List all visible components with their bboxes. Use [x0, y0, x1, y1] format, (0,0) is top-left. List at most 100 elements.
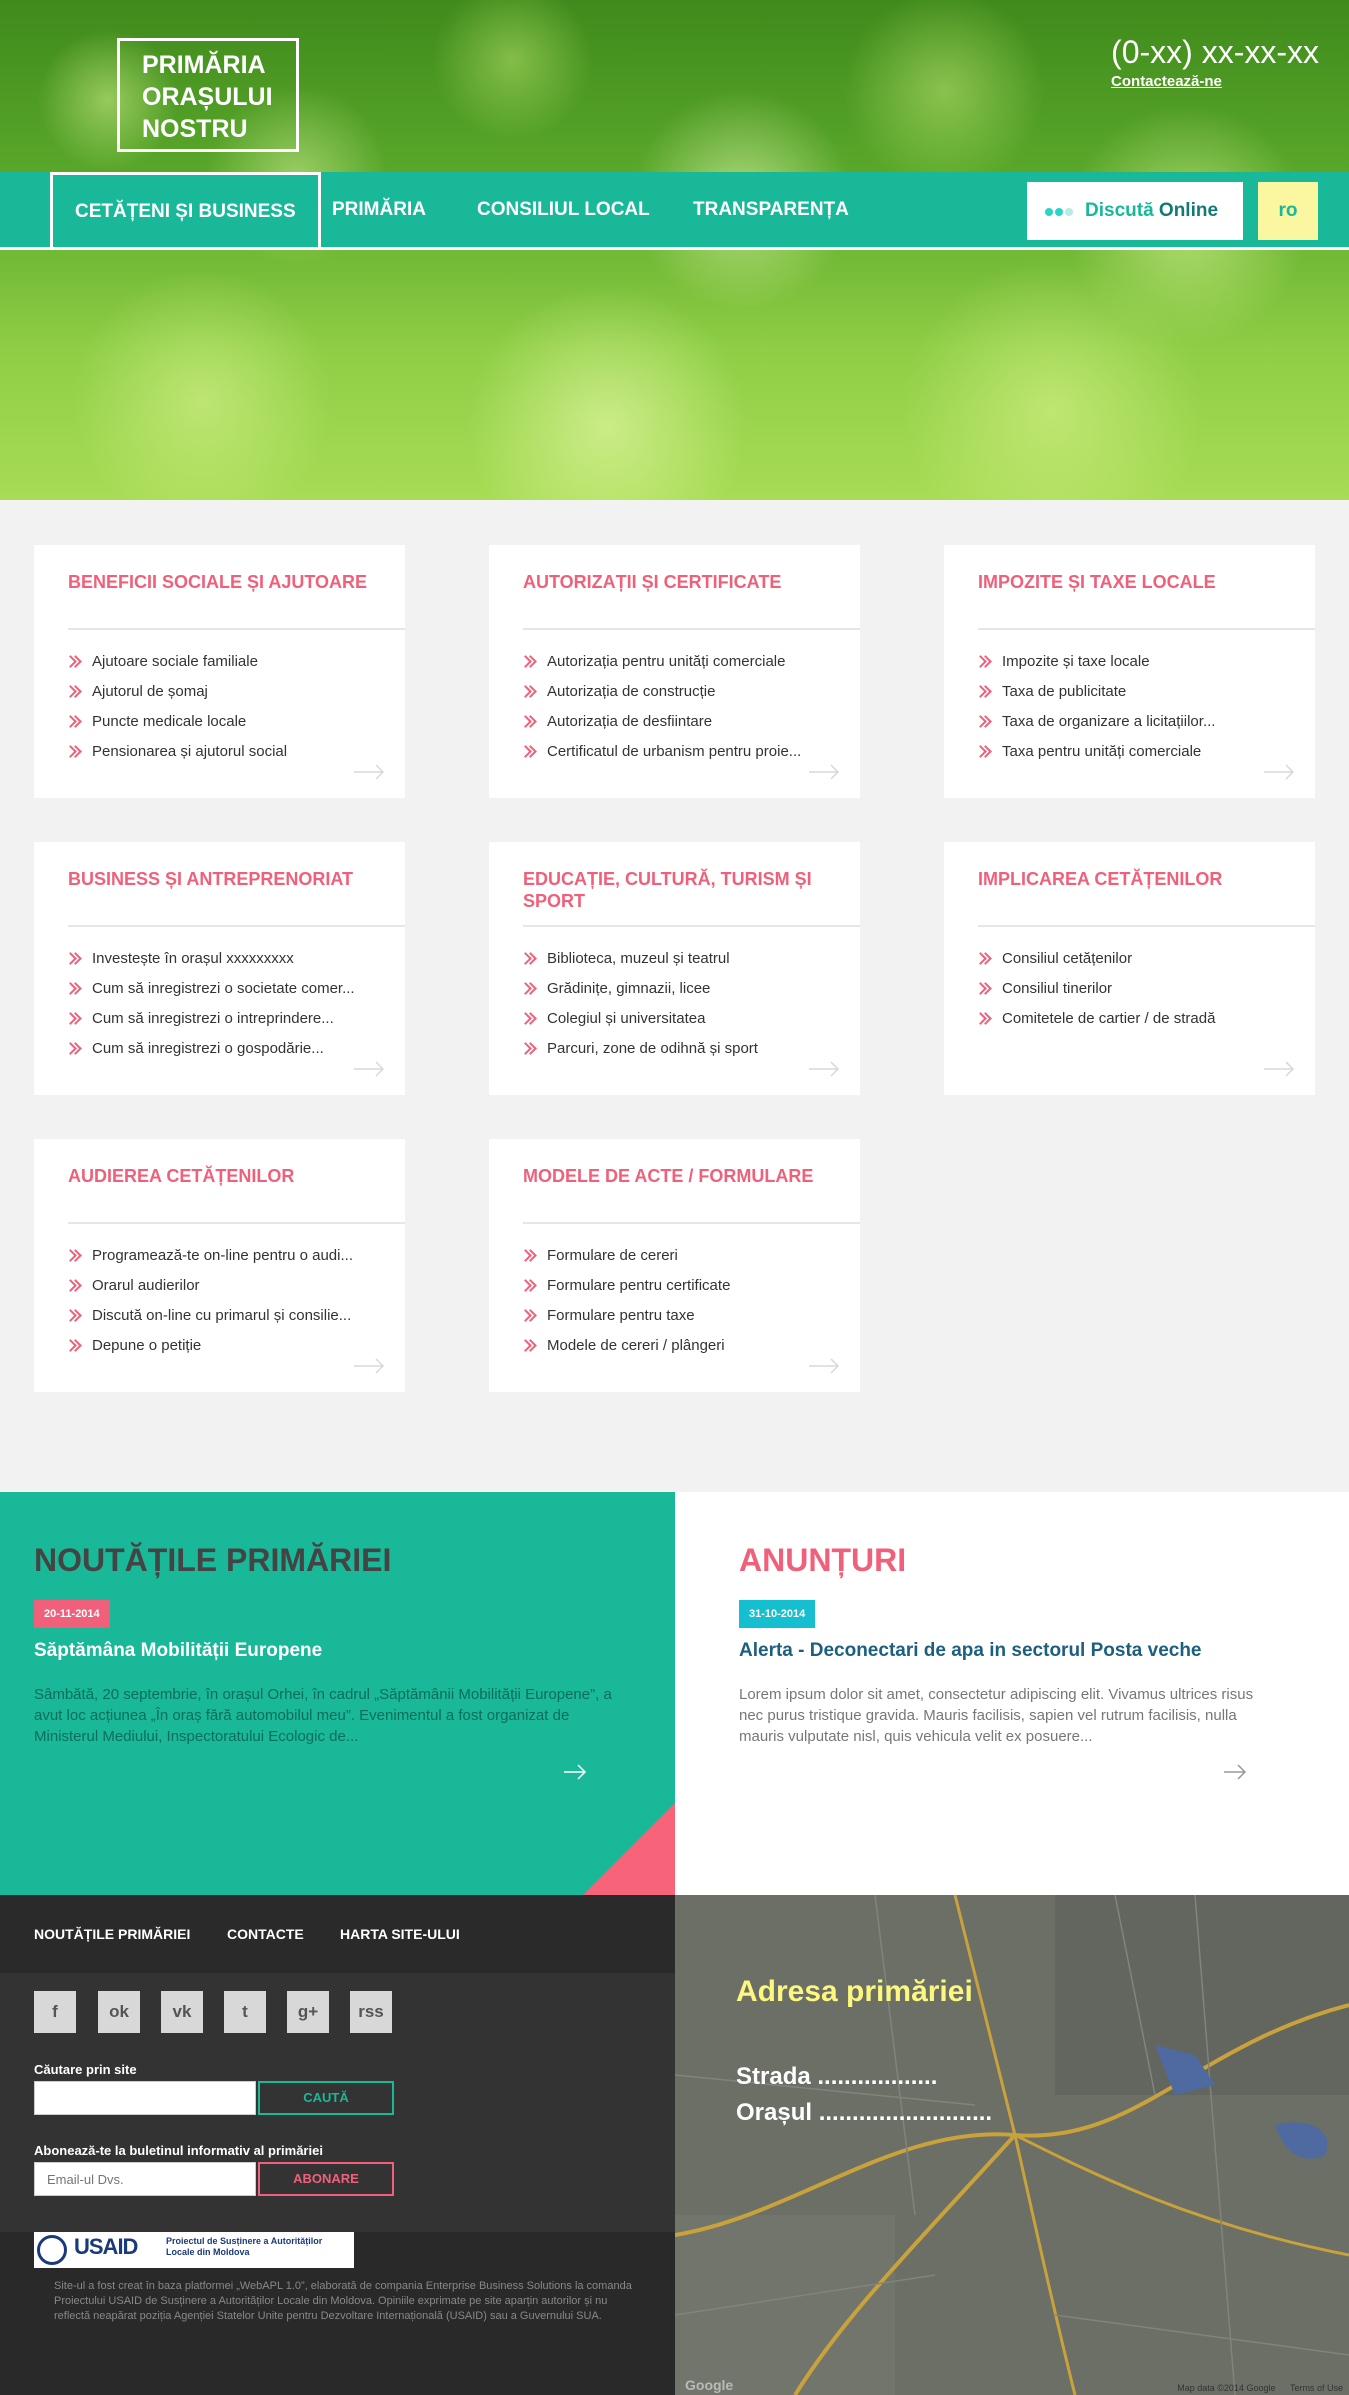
card-divider	[68, 1222, 405, 1224]
map-address-title: Adresa primăriei	[736, 1975, 973, 2008]
usaid-project-name: Proiectul de Susținere a Autorităților L…	[166, 2236, 323, 2257]
card-link[interactable]: Parcuri, zone de odihnă și sport	[523, 1034, 833, 1064]
card-link[interactable]: Ajutoare sociale familiale	[68, 647, 378, 677]
card-link[interactable]: Formulare pentru taxe	[523, 1301, 833, 1331]
search-input[interactable]	[34, 2081, 256, 2115]
card-link[interactable]: Investește în orașul xxxxxxxxx	[68, 944, 378, 974]
service-card[interactable]: AUTORIZAȚII ȘI CERTIFICATE Autorizația pe…	[489, 545, 860, 798]
card-link[interactable]: Cum să inregistrezi o intreprindere...	[68, 1004, 378, 1034]
odnoklassniki-icon[interactable]: ok	[98, 1991, 140, 2033]
arrow-right-icon[interactable]	[353, 764, 385, 780]
card-link[interactable]: Orarul audierilor	[68, 1271, 378, 1301]
contact-link[interactable]: Contactează-ne	[1111, 73, 1319, 90]
email-field[interactable]	[34, 2162, 256, 2196]
map-terms-link[interactable]: Terms of Use	[1290, 2383, 1343, 2393]
card-link[interactable]: Autorizația de desfiintare	[523, 707, 833, 737]
arrow-right-icon[interactable]	[1263, 1061, 1295, 1077]
search-button[interactable]: CAUTĂ	[258, 2081, 394, 2115]
service-card[interactable]: IMPLICAREA CETĂȚENILOR Consiliul cetățeni…	[944, 842, 1315, 1095]
card-link[interactable]: Impozite și taxe locale	[978, 647, 1288, 677]
vk-icon[interactable]: vk	[161, 1991, 203, 2033]
arrow-right-icon[interactable]	[1223, 1764, 1247, 1780]
nav-item-primaria[interactable]: PRIMĂRIA	[332, 172, 426, 248]
site-logo[interactable]: PRIMĂRIA ORAȘULUI NOSTRU	[117, 38, 299, 152]
chat-label-1: Discută	[1085, 200, 1154, 221]
service-card[interactable]: BENEFICII SOCIALE ȘI AJUTOARE Ajutoare so…	[34, 545, 405, 798]
card-link[interactable]: Pensionarea și ajutorul social	[68, 737, 378, 767]
card-divider	[68, 628, 405, 630]
footer-link-noutati[interactable]: NOUTĂȚILE PRIMĂRIEI	[34, 1895, 190, 1973]
language-switch[interactable]: ro	[1258, 182, 1318, 240]
card-title[interactable]: MODELE DE ACTE / FORMULARE	[523, 1165, 833, 1187]
news-headline[interactable]: Săptămâna Mobilității Europene	[34, 1640, 322, 1662]
service-card[interactable]: BUSINESS ȘI ANTREPRENORIAT Investește în …	[34, 842, 405, 1095]
card-link[interactable]: Formulare pentru certificate	[523, 1271, 833, 1301]
nav-item-transparenta[interactable]: TRANSPARENȚA	[693, 172, 849, 248]
card-title[interactable]: AUTORIZAȚII ȘI CERTIFICATE	[523, 571, 833, 593]
address-map[interactable]: Adresa primăriei Strada ................…	[675, 1895, 1349, 2395]
twitter-icon[interactable]: t	[224, 1991, 266, 2033]
subscribe-button[interactable]: ABONARE	[258, 2162, 394, 2196]
news-section: NOUTĂȚILE PRIMĂRIEI 20-11-2014 Săptămâna…	[0, 1492, 675, 1895]
card-link[interactable]: Consiliul tinerilor	[978, 974, 1288, 1004]
card-link[interactable]: Modele de cereri / plângeri	[523, 1331, 833, 1361]
card-link[interactable]: Autorizația pentru unități comerciale	[523, 647, 833, 677]
hero-banner: PRIMĂRIA ORAȘULUI NOSTRU (0-xx) xx-xx-xx…	[0, 0, 1349, 500]
card-title[interactable]: EDUCAȚIE, CULTURĂ, TURISM ȘI SPORT	[523, 868, 833, 912]
service-card[interactable]: IMPOZITE ȘI TAXE LOCALE Impozite și taxe …	[944, 545, 1315, 798]
footer-nav: NOUTĂȚILE PRIMĂRIEI CONTACTE HARTA SITE-…	[0, 1895, 675, 1973]
card-link[interactable]: Formulare de cereri	[523, 1241, 833, 1271]
card-link[interactable]: Cum să inregistrezi o gospodărie...	[68, 1034, 378, 1064]
arrow-right-icon[interactable]	[353, 1061, 385, 1077]
service-card[interactable]: AUDIEREA CETĂȚENILOR Programează-te on-li…	[34, 1139, 405, 1392]
card-link[interactable]: Cum să inregistrezi o societate comer...	[68, 974, 378, 1004]
card-divider	[523, 1222, 860, 1224]
nav-item-cetateni[interactable]: CETĂȚENI ȘI BUSINESS	[50, 172, 321, 248]
footer-link-harta[interactable]: HARTA SITE-ULUI	[340, 1895, 460, 1973]
card-title[interactable]: AUDIEREA CETĂȚENILOR	[68, 1165, 378, 1187]
arrow-right-icon[interactable]	[808, 1061, 840, 1077]
card-link[interactable]: Puncte medicale locale	[68, 707, 378, 737]
card-divider	[68, 925, 405, 927]
map-street: Strada ..................	[736, 2063, 938, 2090]
rss-icon[interactable]: rss	[350, 1991, 392, 2033]
googleplus-icon[interactable]: g+	[287, 1991, 329, 2033]
card-title[interactable]: BENEFICII SOCIALE ȘI AJUTOARE	[68, 571, 378, 593]
card-link[interactable]: Consiliul cetățenilor	[978, 944, 1288, 974]
facebook-icon[interactable]: f	[34, 1991, 76, 2033]
card-link[interactable]: Programează-te on-line pentru o audi...	[68, 1241, 378, 1271]
card-divider	[523, 925, 860, 927]
footer-link-contacte[interactable]: CONTACTE	[227, 1895, 304, 1973]
card-link[interactable]: Taxa de publicitate	[978, 677, 1288, 707]
card-link[interactable]: Comitetele de cartier / de stradă	[978, 1004, 1288, 1034]
arrow-right-icon[interactable]	[808, 1358, 840, 1374]
map-roads	[675, 1895, 1349, 2395]
announcement-headline[interactable]: Alerta - Deconectari de apa in sectorul …	[739, 1640, 1202, 1662]
card-link[interactable]: Discută on-line cu primarul și consilie.…	[68, 1301, 378, 1331]
chat-online-button[interactable]: Discută Online	[1027, 182, 1243, 240]
service-card[interactable]: MODELE DE ACTE / FORMULARE Formulare de c…	[489, 1139, 860, 1392]
card-link[interactable]: Certificatul de urbanism pentru proie...	[523, 737, 833, 767]
chat-dots-icon	[1045, 182, 1075, 240]
nav-item-consiliul-local[interactable]: CONSILIUL LOCAL	[477, 172, 650, 248]
service-card[interactable]: EDUCAȚIE, CULTURĂ, TURISM ȘI SPORT Biblio…	[489, 842, 860, 1095]
card-link[interactable]: Taxa de organizare a licitațiilor...	[978, 707, 1288, 737]
card-link-list: Ajutoare sociale familiale Ajutorul de șo…	[68, 647, 378, 767]
arrow-right-icon[interactable]	[808, 764, 840, 780]
usaid-logo[interactable]: USAID Proiectul de Susținere a Autorităț…	[34, 2232, 354, 2268]
card-link[interactable]: Colegiul și universitatea	[523, 1004, 833, 1034]
card-link[interactable]: Ajutorul de șomaj	[68, 677, 378, 707]
card-link[interactable]: Biblioteca, muzeul și teatrul	[523, 944, 833, 974]
card-title[interactable]: IMPOZITE ȘI TAXE LOCALE	[978, 571, 1288, 593]
card-link[interactable]: Depune o petiție	[68, 1331, 378, 1361]
card-link[interactable]: Autorizația de construcție	[523, 677, 833, 707]
card-title[interactable]: BUSINESS ȘI ANTREPRENORIAT	[68, 868, 378, 890]
card-title[interactable]: IMPLICAREA CETĂȚENILOR	[978, 868, 1288, 890]
card-link[interactable]: Grădinițe, gimnazii, licee	[523, 974, 833, 1004]
arrow-right-icon[interactable]	[1263, 764, 1295, 780]
card-link-list: Impozite și taxe locale Taxa de publicita…	[978, 647, 1288, 767]
logo-line-2: ORAȘULUI	[142, 83, 273, 111]
card-link[interactable]: Taxa pentru unități comerciale	[978, 737, 1288, 767]
arrow-right-icon[interactable]	[353, 1358, 385, 1374]
arrow-right-icon[interactable]	[563, 1764, 587, 1780]
